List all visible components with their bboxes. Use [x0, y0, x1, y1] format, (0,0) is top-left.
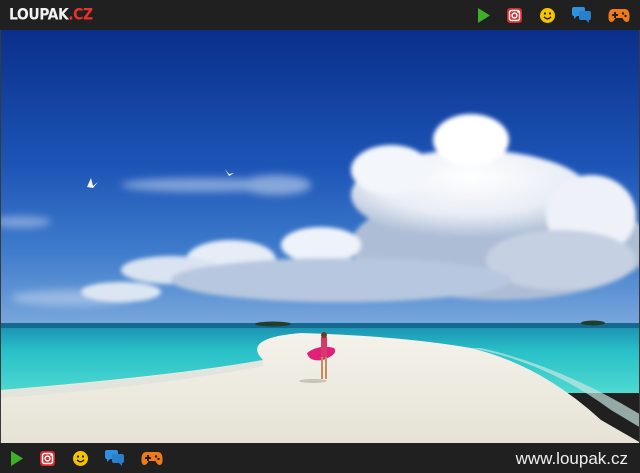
instagram-icon[interactable] — [39, 448, 55, 468]
logo-domain-text: .CZ — [68, 5, 93, 25]
chat-icon[interactable] — [570, 5, 592, 25]
chat-icon[interactable] — [103, 448, 125, 468]
logo-text: LOUPAK — [9, 5, 69, 25]
bottom-bar: www.loupak.cz — [0, 443, 640, 473]
site-url-link[interactable]: www.loupak.cz — [516, 449, 628, 469]
play-icon[interactable] — [9, 448, 25, 468]
smiley-icon[interactable] — [539, 5, 555, 25]
beach-photo — [1, 30, 639, 443]
site-logo[interactable]: LOUPAK .CZ — [9, 5, 93, 25]
smiley-icon[interactable] — [72, 448, 88, 468]
gamepad-icon[interactable] — [141, 448, 163, 468]
bottom-icon-nav — [9, 448, 163, 468]
gamepad-icon[interactable] — [608, 5, 630, 25]
instagram-icon[interactable] — [506, 5, 522, 25]
top-icon-nav — [476, 5, 630, 25]
play-icon[interactable] — [476, 5, 492, 25]
top-bar: LOUPAK .CZ — [0, 0, 640, 30]
beach-photo-frame — [0, 30, 640, 443]
